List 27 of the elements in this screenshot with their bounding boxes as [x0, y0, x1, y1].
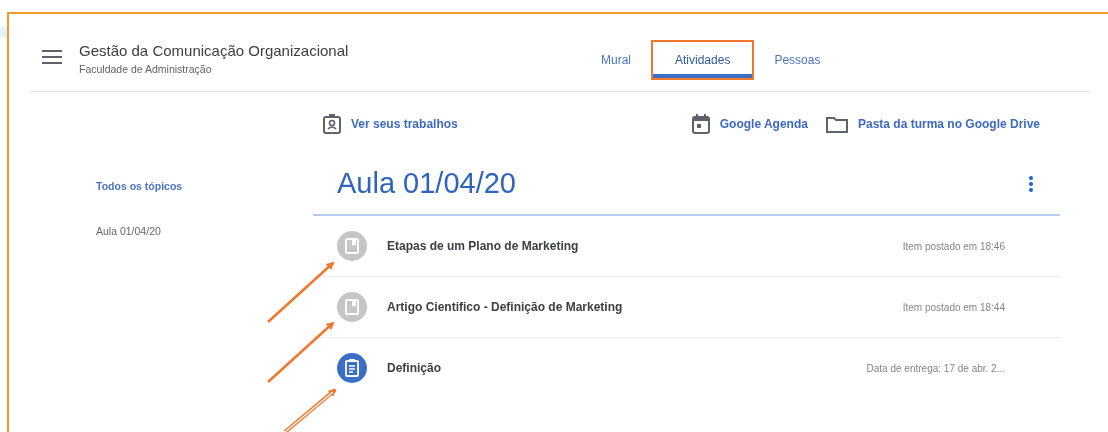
classwork-item[interactable]: Artigo Cientifico - Definição de Marketing Item postado em 18:44 — [313, 277, 1060, 338]
topic-link[interactable]: Aula 01/04/20 — [96, 225, 313, 237]
class-title: Gestão da Comunicação Organizacional — [79, 42, 350, 59]
item-title: Etapas de um Plano de Marketing — [387, 239, 580, 253]
topic-heading: Aula 01/04/20 — [337, 167, 516, 200]
tab[interactable]: Mural — [579, 42, 653, 78]
toolbar-link[interactable]: Pasta da turma no Google Drive — [857, 117, 1040, 131]
menu-icon[interactable] — [42, 50, 62, 64]
annotation-arrow — [267, 261, 335, 323]
topic-link[interactable]: Todos os tópicos — [96, 180, 313, 192]
tab[interactable]: Pessoas — [752, 42, 843, 78]
item-date: Item postado em 18:46 — [902, 240, 1005, 252]
classwork-item[interactable]: Definição Data de entrega: 17 de abr. 2... — [313, 338, 1060, 398]
item-date: Data de entrega: 17 de abr. 2... — [866, 362, 1005, 374]
item-date: Item postado em 18:44 — [902, 301, 1005, 313]
classwork-item[interactable]: Etapas de um Plano de Marketing Item postado em 18:46 — [313, 216, 1060, 277]
view-work-link[interactable]: Ver seus trabalhos — [351, 117, 458, 131]
more-options-icon[interactable] — [1028, 174, 1034, 193]
item-title: Definição — [387, 361, 442, 375]
folder-icon — [825, 115, 848, 133]
annotation-arrow — [267, 321, 335, 383]
tab[interactable]: Atividades — [653, 42, 753, 78]
toolbar-link[interactable]: Google Agenda — [719, 117, 808, 131]
item-title: Artigo Cientifico - Definição de Marketing — [387, 300, 624, 314]
calendar-icon — [691, 114, 710, 134]
badge-icon — [323, 114, 341, 134]
class-subtitle: Faculdade de Administração — [79, 63, 213, 75]
